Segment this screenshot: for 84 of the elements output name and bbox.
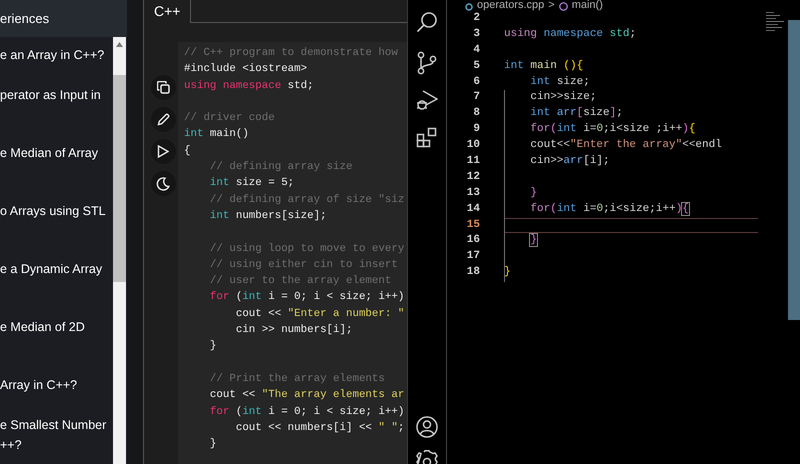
theme-button[interactable] — [150, 171, 176, 196]
code-line: cin>>size; — [529, 91, 596, 104]
code-comment: // C++ program to demonstrate how — [184, 47, 398, 59]
code-line: cout << numbers[i] << " "; — [234, 422, 404, 434]
cpp-file-icon — [465, 3, 473, 11]
code-line: using namespace std; — [184, 80, 314, 92]
play-icon — [157, 145, 169, 158]
line-number: 5 — [472, 58, 480, 74]
line-number: 13 — [466, 186, 480, 201]
code-line: int numbers[size]; — [208, 210, 327, 222]
code-line: cin>>arr[i]; — [529, 155, 610, 168]
code-line: { — [184, 144, 190, 157]
line-number: 2 — [472, 11, 480, 26]
code-line: int size; — [529, 76, 590, 88]
article-link[interactable]: e Median of Array — [0, 143, 113, 163]
code-line: } — [529, 186, 538, 199]
run-debug-icon[interactable] — [416, 89, 438, 111]
code-line: for (int i = 0; i < size; i++) — [208, 406, 404, 418]
code-comment: // user to the array element — [208, 275, 392, 288]
scroll-up-icon[interactable] — [116, 42, 123, 47]
breadcrumb-file[interactable]: operators.cpp — [477, 0, 544, 11]
line-number: 10 — [466, 138, 480, 154]
article-link[interactable]: e Median of 2D — [0, 317, 113, 337]
code-comment: // defining array of size "siz — [208, 194, 404, 206]
line-number: 4 — [472, 42, 480, 58]
code-line: int arr[size]; — [529, 107, 623, 120]
code-comment: // Print the array elements — [208, 372, 385, 385]
search-icon[interactable] — [416, 11, 438, 33]
pencil-icon — [156, 113, 170, 126]
line-number: 7 — [472, 90, 480, 106]
edit-button[interactable] — [150, 107, 176, 132]
code-comment: // driver code — [184, 112, 275, 124]
language-tab[interactable]: C++ — [143, 0, 192, 23]
code-line: #include <iostream> — [184, 63, 308, 76]
code-line: for (int i = 0; i < size; i++) — [208, 291, 404, 304]
code-line: int main() — [184, 128, 249, 140]
line-number: 17 — [466, 249, 480, 264]
scrollbar-thumb[interactable] — [113, 75, 126, 282]
run-button[interactable] — [150, 139, 176, 164]
line-number: 12 — [466, 170, 480, 185]
article-link[interactable]: Array in C++? — [0, 375, 113, 395]
code-line: } — [208, 438, 216, 450]
breadcrumb-separator: > — [548, 0, 555, 11]
settings-icon[interactable] — [416, 450, 438, 464]
code-line: cout << "Enter a number: " — [234, 308, 404, 320]
copy-button[interactable] — [150, 75, 176, 100]
code-comment: // using loop to move to every — [208, 242, 404, 255]
code-comment: // defining array size — [208, 161, 352, 174]
code-line: } — [530, 234, 537, 246]
line-number: 11 — [466, 154, 480, 170]
line-number: 18 — [466, 265, 480, 280]
code-line: } — [504, 266, 511, 278]
line-number: 15 — [466, 218, 480, 233]
line-number: 6 — [472, 74, 480, 90]
code-line: cin >> numbers[i]; — [234, 324, 352, 336]
function-icon — [558, 2, 568, 11]
scrollbar-thumb[interactable] — [788, 20, 800, 320]
line-number: 9 — [472, 122, 480, 138]
article-link[interactable]: o Arrays using STL — [0, 201, 113, 221]
copy-icon — [156, 81, 170, 94]
article-link[interactable]: e Smallest Number ++? — [0, 415, 113, 455]
account-icon[interactable] — [416, 416, 438, 438]
sidebar-header: eriences — [0, 0, 127, 37]
code-line: using namespace std; — [504, 28, 636, 40]
article-link[interactable]: perator as Input in — [0, 85, 113, 105]
line-number: 16 — [466, 233, 480, 248]
moon-icon — [156, 176, 170, 190]
line-number: 3 — [472, 26, 480, 42]
code-comment: // using either cin to insert — [208, 258, 398, 271]
code-line: for(int i=0;i<size;i++){ — [529, 202, 689, 215]
breadcrumb-symbol[interactable]: main() — [572, 0, 603, 11]
article-link[interactable]: e an Array in C++? — [0, 45, 113, 65]
code-line: cout << "The array elements ar — [208, 389, 404, 402]
extensions-icon[interactable] — [416, 127, 438, 149]
code-line: cout<<"Enter the array"<<endl — [529, 139, 722, 152]
code-line: for(int i=0;i<size ;i++){ — [529, 123, 696, 136]
code-line: int size = 5; — [208, 177, 294, 190]
source-control-icon[interactable] — [417, 51, 437, 75]
line-number: 14 — [466, 202, 480, 217]
line-number: 8 — [472, 106, 480, 122]
code-line: int main (){ — [504, 60, 584, 72]
article-link[interactable]: e a Dynamic Array — [0, 259, 113, 279]
scrollbar[interactable] — [113, 37, 126, 464]
code-line: } — [208, 340, 216, 352]
